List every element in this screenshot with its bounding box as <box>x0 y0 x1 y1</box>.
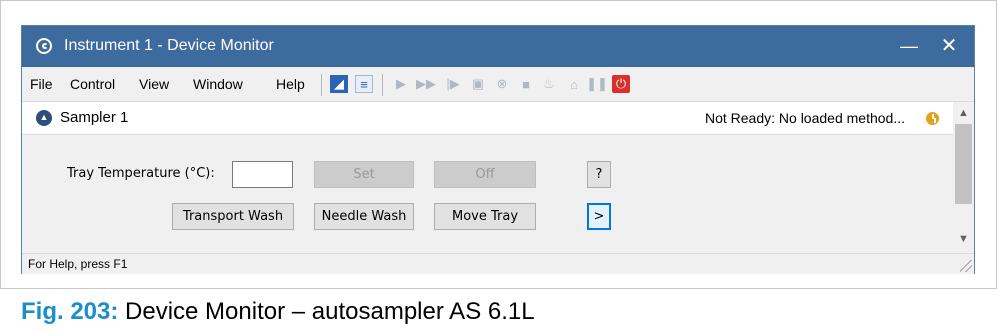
tray-temperature-label: Tray Temperature (°C): <box>67 166 215 181</box>
pause-icon[interactable]: ❚❚ <box>586 75 608 93</box>
menu-help[interactable]: Help <box>276 76 305 92</box>
report-icon[interactable]: ≡ <box>355 75 373 93</box>
figure-number: Fig. 203: <box>21 298 119 325</box>
menu-window[interactable]: Window <box>193 76 243 92</box>
set-button[interactable]: Set <box>314 161 414 188</box>
tray-temperature-input[interactable] <box>232 161 293 188</box>
status-bar: For Help, press F1 <box>22 253 974 274</box>
status-bar-text: For Help, press F1 <box>28 257 128 271</box>
move-tray-button[interactable]: Move Tray <box>434 203 536 230</box>
toolbar-separator <box>382 74 383 96</box>
status-text: Not Ready: No loaded method... <box>704 110 905 126</box>
transport-wash-button[interactable]: Transport Wash <box>172 203 294 230</box>
camera-icon[interactable]: ▣ <box>469 75 487 93</box>
title-bar: Instrument 1 - Device Monitor — ✕ <box>22 26 974 67</box>
more-button[interactable]: > <box>587 203 611 230</box>
sampler-panel: ▲ Sampler 1 Not Ready: No loaded method.… <box>22 102 953 253</box>
section-title: Sampler 1 <box>60 109 129 126</box>
scroll-up-icon[interactable]: ▲ <box>953 104 974 122</box>
play-icon[interactable]: ▶ <box>392 75 410 93</box>
scroll-down-icon[interactable]: ▼ <box>953 230 974 248</box>
menu-view[interactable]: View <box>139 76 169 92</box>
section-header[interactable]: ▲ Sampler 1 Not Ready: No loaded method.… <box>22 102 953 135</box>
scroll-thumb[interactable] <box>955 124 972 204</box>
step-icon[interactable]: |▶ <box>444 75 462 93</box>
resize-grip-icon[interactable] <box>960 260 972 272</box>
logo-icon[interactable]: ◢ <box>330 75 348 93</box>
close-button[interactable]: ✕ <box>934 32 964 60</box>
minimize-button[interactable]: — <box>894 32 924 60</box>
clock-icon <box>926 112 939 125</box>
device-monitor-window: Instrument 1 - Device Monitor — ✕ File C… <box>21 25 975 274</box>
device-icon[interactable]: ♨ <box>540 75 558 93</box>
stop-icon[interactable]: ■ <box>517 75 535 93</box>
power-icon[interactable]: ⏻ <box>612 75 630 93</box>
menu-file[interactable]: File <box>30 76 53 92</box>
help-button[interactable]: ? <box>587 161 611 188</box>
rinse-icon[interactable]: ⌂ <box>565 75 583 93</box>
needle-wash-button[interactable]: Needle Wash <box>314 203 414 230</box>
cancel-icon[interactable]: ⊗ <box>493 75 511 93</box>
chevron-up-icon[interactable]: ▲ <box>36 110 52 126</box>
menu-bar: File Control View Window Help ◢ ≡ ▶ ▶▶ |… <box>22 67 974 102</box>
vertical-scrollbar[interactable]: ▲ ▼ <box>953 102 974 253</box>
fast-forward-icon[interactable]: ▶▶ <box>416 75 436 93</box>
toolbar-separator <box>321 74 322 96</box>
figure-caption: Fig. 203: Device Monitor – autosampler A… <box>21 298 535 326</box>
window-title: Instrument 1 - Device Monitor <box>64 37 274 54</box>
figure-caption-text: Device Monitor – autosampler AS 6.1L <box>118 298 535 325</box>
app-logo-icon <box>36 38 52 54</box>
off-button[interactable]: Off <box>434 161 536 188</box>
menu-control[interactable]: Control <box>70 76 115 92</box>
